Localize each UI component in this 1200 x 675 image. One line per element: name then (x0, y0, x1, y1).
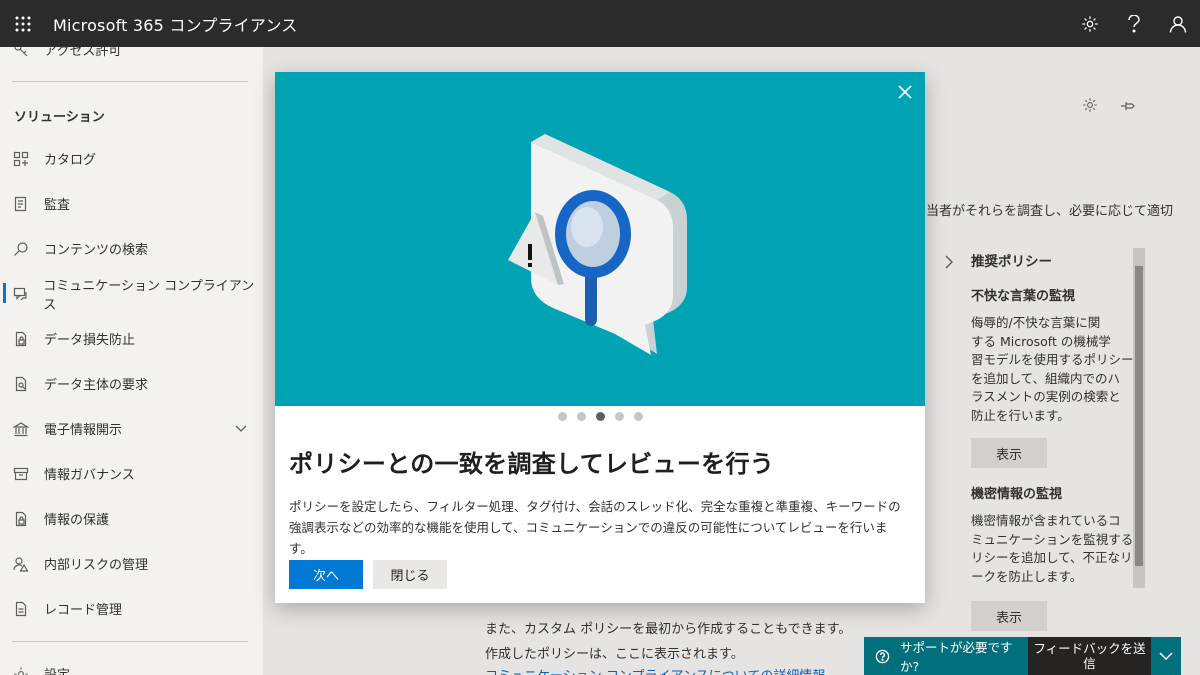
close-button[interactable]: 閉じる (373, 560, 447, 589)
pager-dot[interactable] (557, 412, 567, 421)
communication-icon (0, 286, 41, 302)
nav-item-label: データ主体の要求 (44, 378, 149, 393)
nav-item-label: 内部リスクの管理 (44, 558, 149, 573)
settings-icon (0, 666, 42, 675)
nav-item-insider-risk[interactable]: 内部リスクの管理 (0, 541, 263, 586)
support-button[interactable]: サポートが必要ですか? (864, 637, 1028, 675)
card-title-sensitive-info: 機密情報の監視 (971, 487, 1063, 502)
view-offensive-language-button[interactable]: 表示 (971, 438, 1047, 468)
nav-item-information-protection[interactable]: 情報の保護 (0, 496, 263, 541)
dialog-body: ポリシーを設定したら、フィルター処理、タグ付け、会話のスレッド化、完全な重複と準… (289, 499, 901, 556)
settings-icon[interactable] (1068, 0, 1112, 47)
nav-item-content-search[interactable]: コンテンツの検索 (0, 226, 263, 271)
key-icon (0, 47, 42, 58)
card-title-offensive-language: 不快な言葉の監視 (971, 289, 1076, 304)
app-title[interactable]: Microsoft 365 コンプライアンス (53, 12, 297, 36)
pager-dot[interactable] (576, 412, 586, 421)
description-text-partial: 当者がそれらを調査し、必要に応じて適切 (926, 204, 1174, 219)
audit-icon (0, 196, 42, 212)
help-icon[interactable] (1112, 0, 1156, 47)
card-description-offensive-language: 侮辱的/不快な言葉に関 する Microsoft の機械学 習モデルを使用するポ… (971, 314, 1134, 425)
nav-divider (12, 641, 248, 642)
policies-list-text: 作成したポリシーは、ここに表示されます。 (485, 647, 744, 662)
card-line: ラスメントの実例の検索と (971, 389, 1121, 404)
nav-item-label: アクセス許可 (44, 47, 122, 59)
protection-icon (0, 511, 42, 527)
dsr-icon (0, 376, 42, 392)
nav-item-data-subject-requests[interactable]: データ主体の要求 (0, 361, 263, 406)
ediscovery-icon (0, 421, 42, 437)
insider-risk-icon (0, 556, 42, 572)
nav-item-label: カタログ (44, 153, 97, 168)
dialog-title: ポリシーとの一致を調査してレビューを行う (289, 450, 775, 478)
chevron-down-icon[interactable] (1151, 637, 1181, 675)
nav-item-label: 電子情報開示 (44, 423, 123, 438)
records-icon (0, 601, 42, 617)
collapse-panel-chevron-icon[interactable] (944, 254, 954, 274)
page-settings-icon[interactable] (1082, 97, 1098, 117)
pager-dot[interactable] (633, 412, 643, 421)
magnifier-speech-bubble-illustration (508, 134, 687, 355)
nav-divider (12, 81, 248, 82)
top-bar: Microsoft 365 コンプライアンス (0, 0, 1200, 47)
chevron-down-icon[interactable] (235, 422, 247, 437)
nav-item-permissions[interactable]: アクセス許可 (0, 47, 263, 72)
nav-item-records-management[interactable]: レコード管理 (0, 586, 263, 631)
app-launcher-icon[interactable] (0, 0, 46, 47)
left-nav: アクセス許可 ソリューション カタログ 監査 コンテンツの検索 コミュニケーショ… (0, 47, 263, 675)
nav-item-settings[interactable]: 設定 (0, 651, 263, 675)
help-circle-icon (875, 649, 890, 664)
learn-more-link[interactable]: コミュニケーション コンプライアンスについての詳細情報 (485, 665, 825, 675)
search-icon (0, 241, 42, 257)
scrollbar-thumb[interactable] (1135, 266, 1143, 566)
nav-item-catalog[interactable]: カタログ (0, 136, 263, 181)
active-indicator (3, 283, 6, 303)
card-line: する Microsoft の機械学 (971, 333, 1111, 349)
next-button[interactable]: 次へ (289, 560, 363, 589)
close-icon[interactable] (891, 78, 919, 106)
custom-policy-text: また、カスタム ポリシーを最初から作成することもできます。 (485, 622, 852, 637)
card-line: 侮辱的/不快な言葉に関 (971, 315, 1101, 330)
dlp-icon (0, 331, 42, 347)
card-line: を追加して、組織内でのハ (971, 370, 1121, 386)
hero-illustration (275, 72, 925, 406)
nav-item-label: レコード管理 (44, 603, 123, 618)
card-line: 習モデルを使用するポリシー (971, 352, 1134, 367)
nav-item-label: コンテンツの検索 (44, 243, 149, 258)
support-label: サポートが必要ですか? (900, 640, 1013, 674)
card-description-sensitive-info: 機密情報が含まれているコ ミュニケーションを監視するポ リシーを追加して、不正な… (971, 512, 1146, 586)
governance-icon (0, 466, 42, 482)
teaching-dialog: ポリシーとの一致を調査してレビューを行う ポリシーを設定したら、フィルター処理、… (275, 72, 925, 603)
nav-item-label: コミュニケーション コンプライアンス (43, 278, 255, 313)
nav-section-label: ソリューション (14, 110, 105, 125)
account-icon[interactable] (1156, 0, 1200, 47)
carousel-pager (275, 412, 925, 421)
nav-item-label: データ損失防止 (44, 333, 136, 348)
nav-item-ediscovery[interactable]: 電子情報開示 (0, 406, 263, 451)
nav-item-label: 監査 (44, 198, 71, 213)
pager-dot[interactable] (614, 412, 624, 421)
card-line: リシーを追加して、不正なリ (971, 550, 1133, 565)
catalog-icon (0, 151, 42, 167)
view-sensitive-info-button[interactable]: 表示 (971, 601, 1047, 631)
card-line: ミュニケーションを監視するポ (971, 531, 1146, 547)
nav-item-dlp[interactable]: データ損失防止 (0, 316, 263, 361)
nav-item-information-governance[interactable]: 情報ガバナンス (0, 451, 263, 496)
pin-icon[interactable] (1120, 98, 1136, 117)
card-line: ークを防止します。 (971, 568, 1083, 584)
nav-item-label: 情報ガバナンス (44, 468, 135, 483)
nav-item-label: 設定 (44, 664, 70, 675)
nav-item-label: 情報の保護 (44, 513, 110, 528)
nav-item-communication-compliance[interactable]: コミュニケーション コンプライアンス (0, 271, 263, 316)
pager-dot-active[interactable] (595, 412, 605, 421)
card-line: 防止を行います。 (971, 407, 1070, 423)
card-line: 機密情報が含まれているコ (971, 513, 1121, 528)
side-panel-scrollbar[interactable] (1133, 248, 1145, 588)
feedback-button[interactable]: フィードバックを送信 (1028, 637, 1151, 675)
nav-item-audit[interactable]: 監査 (0, 181, 263, 226)
recommended-policies-title: 推奨ポリシー (971, 254, 1052, 270)
